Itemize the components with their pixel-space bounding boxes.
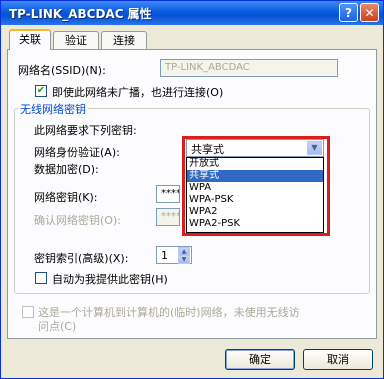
key-index-spinner[interactable]: 1 ▲ ▼: [156, 246, 192, 264]
cancel-button[interactable]: 取消: [303, 349, 373, 370]
auth-option[interactable]: WPA-PSK: [187, 194, 323, 206]
ssid-label: 网络名(SSID)(N):: [18, 64, 106, 77]
spin-down-icon[interactable]: ▼: [178, 255, 190, 264]
network-key-label: 网络密钥(K):: [34, 191, 98, 204]
close-button[interactable]: ✕: [360, 3, 379, 22]
key-required-label: 此网络要求下列密钥:: [34, 124, 137, 137]
wireless-key-legend: 无线网络密钥: [18, 101, 88, 117]
help-button[interactable]: ?: [339, 3, 358, 22]
help-icon: ?: [345, 6, 352, 20]
window-title: TP-LINK_ABCDAC 属性: [9, 7, 152, 21]
auth-option[interactable]: 开放式: [187, 158, 323, 170]
association-panel: 网络名(SSID)(N): TP-LINK_ABCDAC ✔ 即使此网络未广播，…: [7, 49, 377, 339]
auto-key-checkbox[interactable]: [35, 272, 47, 284]
confirm-key-label: 确认网络密钥(O):: [34, 214, 121, 227]
key-index-label: 密钥索引(高级)(X):: [34, 252, 129, 265]
tab-association[interactable]: 关联: [9, 29, 51, 50]
checkmark-icon: ✔: [36, 85, 46, 96]
adhoc-label-line2: 问点(C): [38, 320, 77, 333]
properties-dialog: TP-LINK_ABCDAC 属性 ? ✕ 关联 验证 连接 网络名(SSID)…: [0, 0, 384, 379]
auth-option[interactable]: WPA: [187, 182, 323, 194]
tab-label: 验证: [65, 34, 87, 47]
auth-label: 网络身份验证(A):: [34, 146, 120, 159]
auth-dropdown[interactable]: 共享式 ▼: [186, 139, 324, 157]
tab-label: 关联: [19, 33, 41, 46]
chevron-down-icon[interactable]: ▼: [307, 141, 322, 155]
tab-authentication[interactable]: 验证: [53, 31, 99, 49]
adhoc-checkbox[interactable]: [22, 306, 34, 318]
auth-selected-value: 共享式: [191, 143, 224, 156]
auth-option-selected[interactable]: 共享式: [187, 170, 323, 182]
title-bar[interactable]: TP-LINK_ABCDAC 属性 ? ✕: [1, 1, 383, 25]
auth-options-list[interactable]: 开放式 共享式 WPA WPA-PSK WPA2 WPA2-PSK: [186, 157, 324, 233]
network-key-field[interactable]: ****: [156, 185, 180, 203]
confirm-key-field[interactable]: ****: [156, 208, 180, 226]
broadcast-label: 即使此网络未广播，也进行连接(O): [52, 86, 224, 99]
cancel-button-label: 取消: [327, 353, 349, 366]
tab-connection[interactable]: 连接: [101, 31, 147, 49]
auto-key-label: 自动为我提供此密钥(H): [52, 273, 168, 286]
auth-option[interactable]: WPA2-PSK: [187, 218, 323, 230]
key-index-value: 1: [161, 249, 168, 262]
ok-button[interactable]: 确定: [225, 349, 295, 370]
broadcast-checkbox[interactable]: ✔: [35, 85, 47, 97]
ok-button-label: 确定: [249, 353, 271, 366]
encryption-label: 数据加密(D):: [34, 163, 99, 176]
ssid-field[interactable]: TP-LINK_ABCDAC: [160, 59, 338, 77]
auth-option[interactable]: WPA2: [187, 206, 323, 218]
tab-label: 连接: [113, 34, 135, 47]
close-icon: ✕: [364, 6, 375, 20]
adhoc-label-line1: 这是一个计算机到计算机的(临时)网络，未使用无线访: [38, 306, 300, 319]
